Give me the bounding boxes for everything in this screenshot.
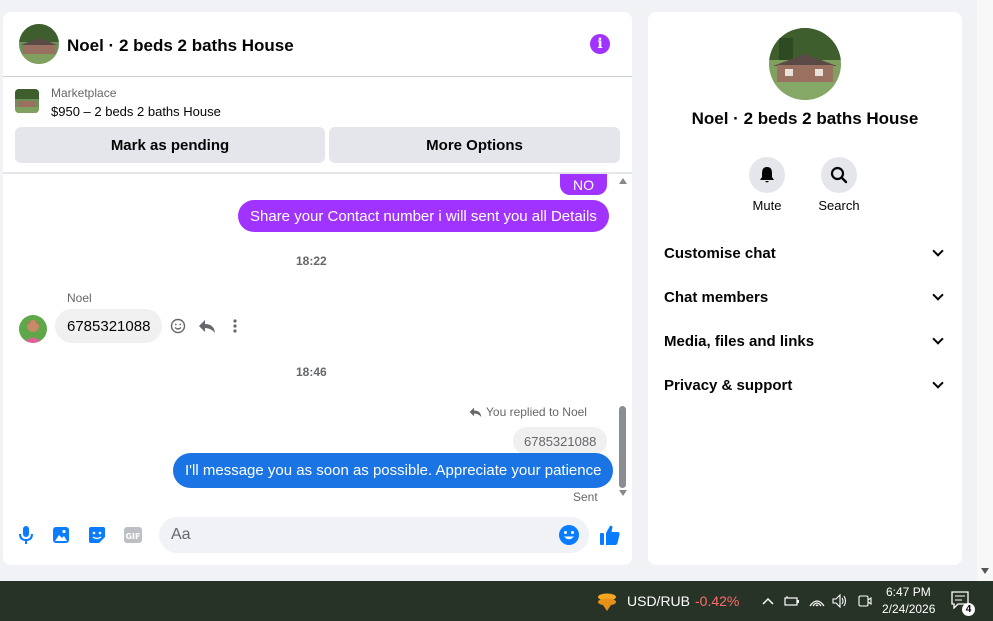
listing-title[interactable]: $950 – 2 beds 2 baths House xyxy=(51,104,221,119)
reply-icon xyxy=(469,406,482,418)
section-label: Chat members xyxy=(664,288,769,306)
listing-divider xyxy=(3,172,632,174)
chat-header: Noel · 2 beds 2 baths House i xyxy=(3,12,632,77)
details-avatar[interactable] xyxy=(769,28,841,100)
info-icon[interactable]: i xyxy=(590,34,610,54)
scroll-thumb[interactable] xyxy=(619,406,626,488)
reply-icon[interactable] xyxy=(198,317,216,335)
page-scrollbar[interactable] xyxy=(977,0,993,581)
privacy-support-section[interactable]: Privacy & support xyxy=(664,370,946,400)
section-label: Media, files and links xyxy=(664,332,815,350)
more-icon[interactable] xyxy=(226,317,244,335)
photo-icon[interactable] xyxy=(50,524,72,546)
search-icon[interactable] xyxy=(821,157,857,193)
volume-icon[interactable] xyxy=(831,592,849,610)
notification-count-badge: 4 xyxy=(962,603,975,616)
timestamp: 18:22 xyxy=(296,254,327,268)
sender-name: Noel xyxy=(67,291,92,305)
section-label: Customise chat xyxy=(664,244,776,262)
sticker-icon[interactable] xyxy=(86,524,108,546)
scroll-down-arrow[interactable] xyxy=(981,568,989,574)
details-panel: Noel · 2 beds 2 baths House Mute Search … xyxy=(648,12,962,565)
timestamp: 18:46 xyxy=(296,365,327,379)
reply-note-text: You replied to Noel xyxy=(486,405,587,419)
customise-chat-section[interactable]: Customise chat xyxy=(664,238,946,268)
media-files-links-section[interactable]: Media, files and links xyxy=(664,326,946,356)
mute-label[interactable]: Mute xyxy=(737,198,797,213)
clock-time[interactable]: 6:47 PM xyxy=(886,585,931,599)
sender-avatar[interactable] xyxy=(19,315,47,343)
message-bubble-outgoing[interactable]: Share your Contact number i will sent yo… xyxy=(238,200,609,232)
stock-widget-icon[interactable] xyxy=(596,591,616,611)
gif-icon[interactable]: GIF xyxy=(122,524,144,546)
message-scrollbar[interactable] xyxy=(618,174,628,504)
scroll-up-arrow[interactable] xyxy=(619,178,627,184)
chevron-down-icon xyxy=(932,377,944,389)
stock-change: -0.42% xyxy=(695,593,740,609)
chevron-down-icon xyxy=(932,245,944,257)
emoji-icon[interactable] xyxy=(558,524,580,546)
react-emoji-icon[interactable] xyxy=(169,317,187,335)
sent-status: Sent xyxy=(573,490,598,504)
stock-pair[interactable]: USD/RUB xyxy=(627,593,690,609)
clock-date[interactable]: 2/24/2026 xyxy=(882,602,935,616)
message-bubble-outgoing[interactable]: I'll message you as soon as possible. Ap… xyxy=(173,453,614,488)
section-label: Privacy & support xyxy=(664,376,793,394)
search-label[interactable]: Search xyxy=(809,198,869,213)
header-avatar[interactable] xyxy=(19,24,59,64)
chat-panel: Noel · 2 beds 2 baths House i Marketplac… xyxy=(3,12,632,565)
chevron-up-icon[interactable] xyxy=(759,592,777,610)
thumbs-up-icon[interactable] xyxy=(598,523,622,547)
battery-icon[interactable] xyxy=(783,592,801,610)
quoted-message[interactable]: 6785321088 xyxy=(513,427,608,455)
meet-now-icon[interactable] xyxy=(856,592,874,610)
details-title: Noel · 2 beds 2 baths House xyxy=(691,109,919,128)
message-input[interactable] xyxy=(159,517,589,553)
wifi-icon[interactable] xyxy=(808,592,826,610)
bell-icon[interactable] xyxy=(749,157,785,193)
message-bubble-incoming[interactable]: 6785321088 xyxy=(55,309,163,343)
taskbar: USD/RUB -0.42% 6:47 PM 2/24/2026 4 xyxy=(0,581,993,621)
reply-note: You replied to Noel xyxy=(469,405,587,419)
scroll-down-arrow[interactable] xyxy=(619,490,627,496)
microphone-icon[interactable] xyxy=(15,524,37,546)
chevron-down-icon xyxy=(932,289,944,301)
marketplace-label: Marketplace xyxy=(51,86,117,100)
message-bubble-partial[interactable]: NO xyxy=(560,174,607,195)
mark-pending-button[interactable]: Mark as pending xyxy=(15,127,325,163)
chevron-down-icon xyxy=(932,333,944,345)
chat-members-section[interactable]: Chat members xyxy=(664,282,946,312)
chat-title[interactable]: Noel · 2 beds 2 baths House xyxy=(67,36,294,56)
listing-thumbnail[interactable] xyxy=(15,89,39,113)
svg-text:GIF: GIF xyxy=(125,532,140,541)
more-options-button[interactable]: More Options xyxy=(329,127,620,163)
